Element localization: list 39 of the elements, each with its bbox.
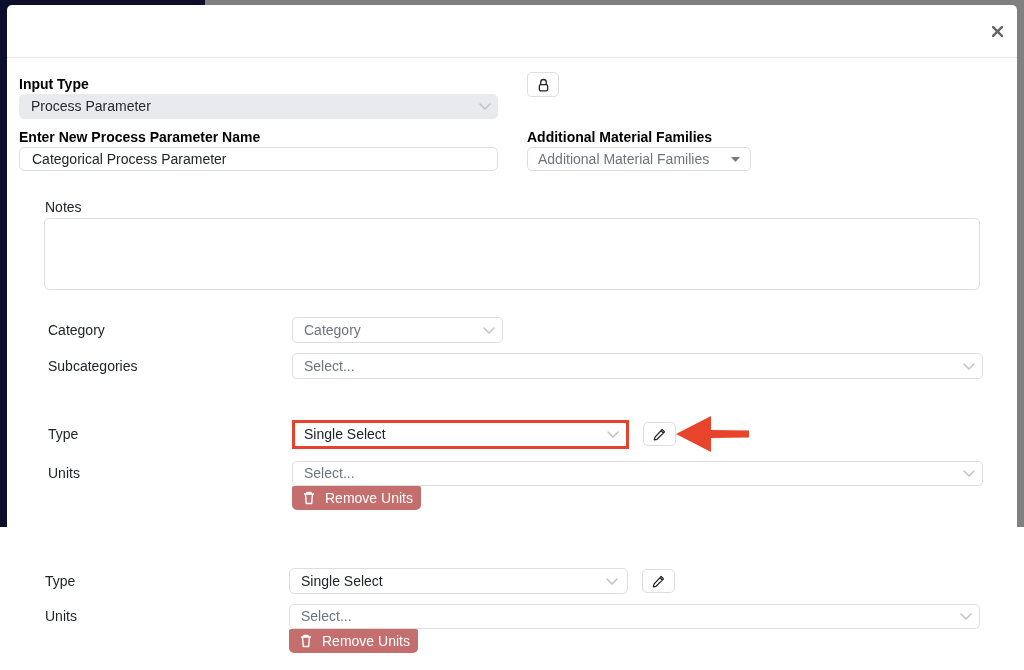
caret-down-icon xyxy=(731,156,740,162)
parameter-name-input[interactable]: Categorical Process Parameter xyxy=(19,147,498,171)
close-button[interactable] xyxy=(990,24,1004,38)
field-label: Type xyxy=(48,424,80,444)
field-label: Input Type xyxy=(19,75,90,94)
pencil-icon xyxy=(652,574,665,588)
trash-icon xyxy=(300,634,312,648)
input-type-select: Process Parameter xyxy=(19,94,498,119)
chevron-down-icon xyxy=(963,362,975,370)
field-label: Notes xyxy=(44,198,83,217)
category-select[interactable]: Category xyxy=(292,317,503,343)
close-icon xyxy=(991,25,1003,37)
chevron-down-icon xyxy=(483,326,495,334)
chevron-down-icon xyxy=(960,613,972,620)
edit-button[interactable] xyxy=(642,569,675,593)
chevron-down-icon xyxy=(963,470,975,477)
lock-button[interactable] xyxy=(527,72,559,97)
field-label: Units xyxy=(48,464,81,483)
units-select[interactable]: Select... xyxy=(292,461,983,486)
field-label: Additional Material Families xyxy=(527,128,714,147)
field-label: Enter New Process Parameter Name xyxy=(19,128,262,147)
field-label: Subcategories xyxy=(48,356,139,376)
type-select[interactable]: Single Select xyxy=(292,419,629,449)
trash-icon xyxy=(303,491,315,505)
type-select[interactable]: Single Select xyxy=(289,568,628,594)
chevron-down-icon xyxy=(479,103,491,110)
chevron-down-icon xyxy=(607,430,619,438)
pencil-icon xyxy=(653,427,666,441)
material-families-dropdown[interactable]: Additional Material Families xyxy=(527,147,751,171)
subcategories-select[interactable]: Select... xyxy=(292,353,983,379)
field-label: Type xyxy=(45,571,77,591)
edit-button[interactable] xyxy=(643,422,676,446)
remove-units-button[interactable]: Remove Units xyxy=(292,486,421,510)
chevron-down-icon xyxy=(606,577,618,585)
units-select[interactable]: Select... xyxy=(289,604,980,629)
lock-icon xyxy=(537,77,549,92)
field-label: Category xyxy=(48,320,106,340)
field-label: Units xyxy=(45,607,78,626)
remove-units-button[interactable]: Remove Units xyxy=(289,629,418,653)
